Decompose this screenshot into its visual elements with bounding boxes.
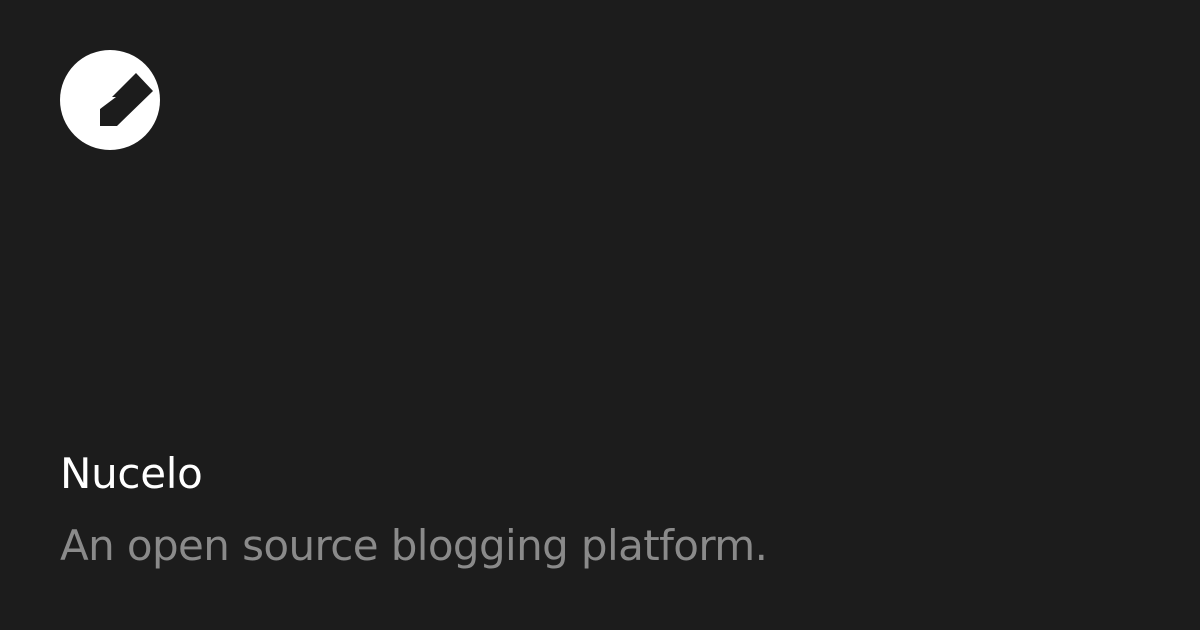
site-tagline: An open source blogging platform. [60, 521, 768, 570]
social-card: Nucelo An open source blogging platform. [0, 0, 1200, 630]
site-name: Nucelo [60, 449, 203, 498]
nucelo-logo-icon [60, 50, 160, 150]
